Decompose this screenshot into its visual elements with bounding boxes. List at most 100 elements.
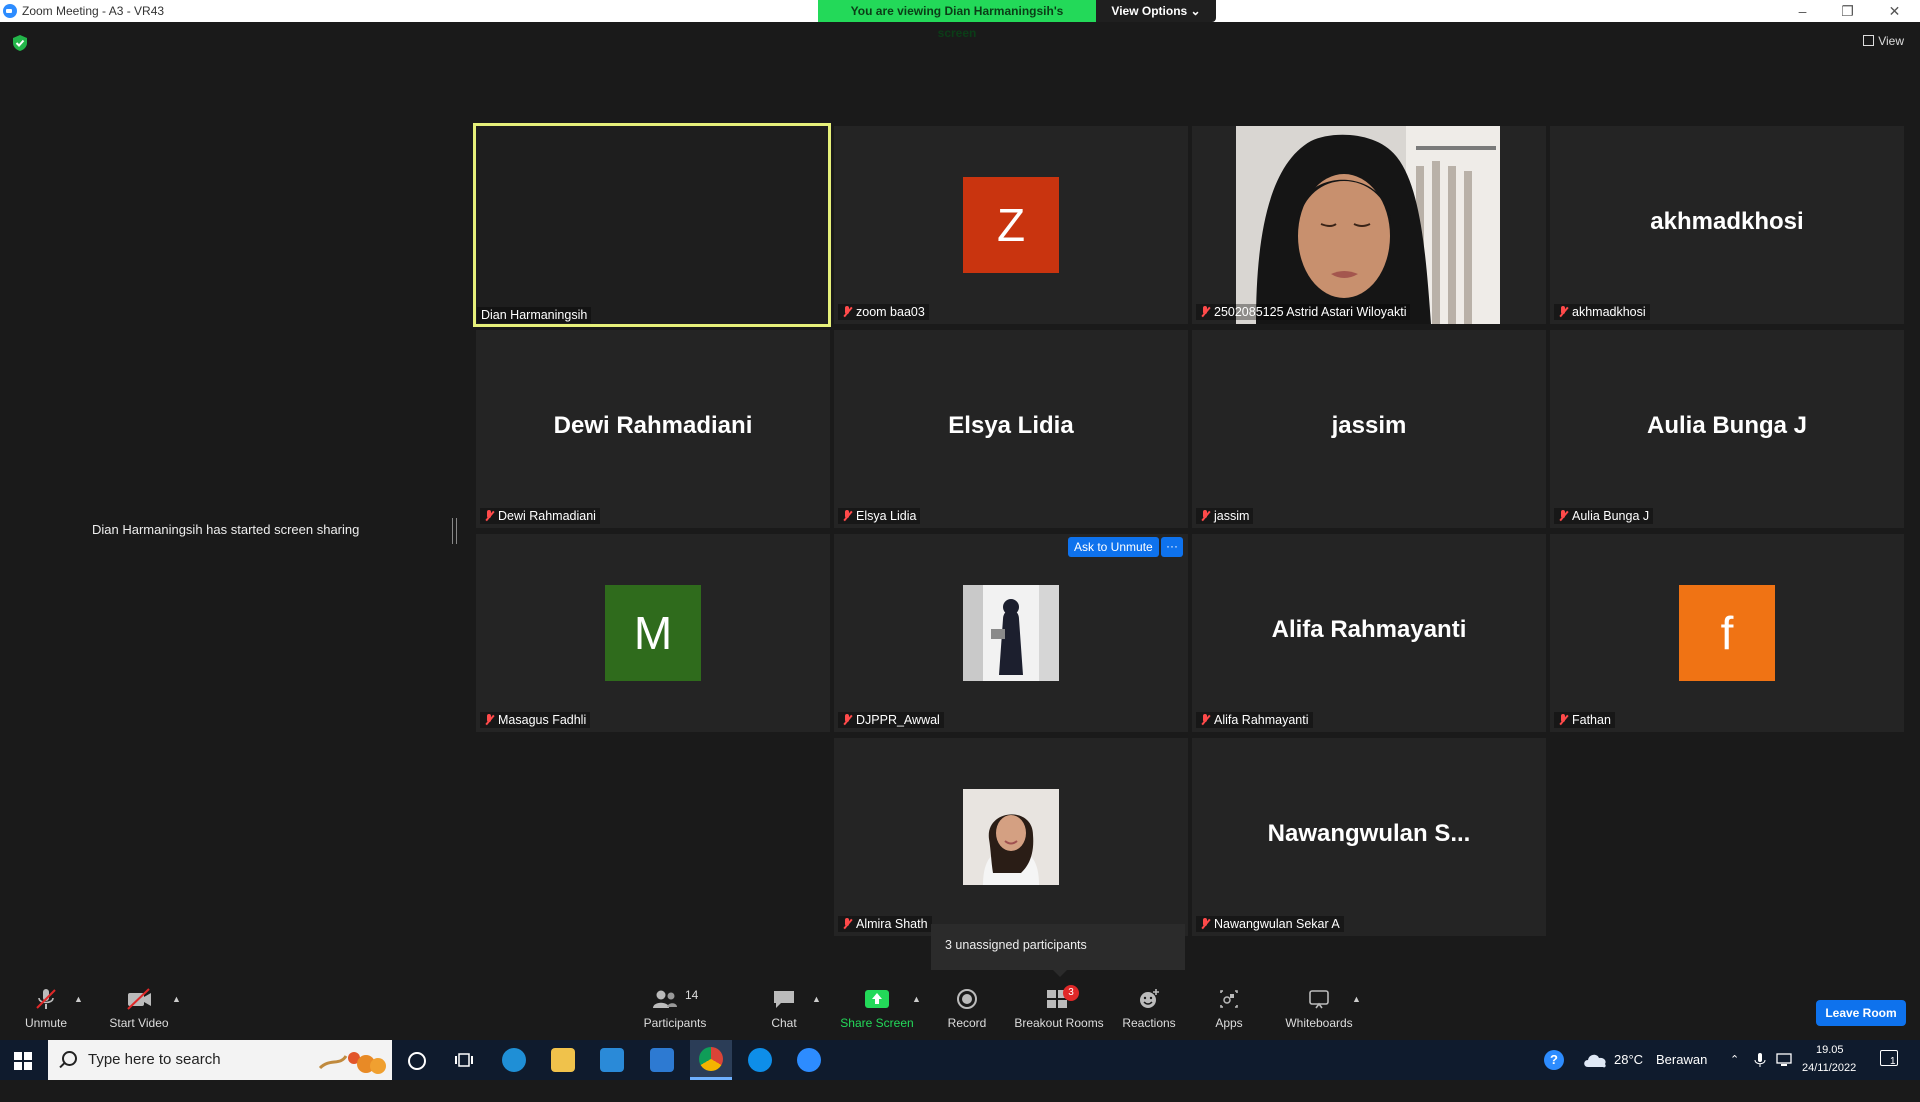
screen-share-notice: Dian Harmaningsih has started screen sha… (92, 522, 360, 537)
zoom-taskbar-icon[interactable] (797, 1048, 821, 1072)
whiteboard-icon (1309, 990, 1329, 1009)
grid-view-icon (1863, 35, 1875, 46)
breakout-rooms-icon: 3 (1039, 985, 1079, 1010)
participant-name-label: Nawangwulan Sekar A (1196, 916, 1344, 932)
participant-name: Almira Shath (856, 917, 928, 931)
breakout-rooms-label: Breakout Rooms (1014, 1016, 1104, 1030)
taskbar-search-box[interactable]: Type here to search (48, 1040, 392, 1080)
participant-name-label: Elsya Lidia (838, 508, 921, 524)
task-view-icon[interactable] (454, 1051, 474, 1069)
close-button[interactable]: ✕ (1872, 1, 1917, 21)
tray-chevron-icon[interactable]: ⌃ (1730, 1040, 1739, 1080)
reactions-button[interactable]: Reactions (1122, 988, 1176, 1030)
video-options-caret[interactable]: ▲ (172, 994, 181, 1004)
view-options-button[interactable]: View Options ⌄ (1096, 0, 1216, 22)
view-button-label: View (1878, 34, 1904, 48)
ask-to-unmute-button[interactable]: Ask to Unmute (1068, 537, 1159, 557)
notification-icon[interactable]: 1 (1880, 1050, 1898, 1067)
video-tile[interactable]: f Fathan (1550, 534, 1904, 732)
unmute-button[interactable]: Unmute (22, 988, 70, 1030)
view-button[interactable]: View (1863, 34, 1904, 48)
help-icon[interactable]: ? (1544, 1050, 1564, 1070)
autumn-search-highlight-icon (318, 1052, 386, 1074)
cortana-icon[interactable] (408, 1052, 426, 1070)
weather-description[interactable]: Berawan (1656, 1040, 1707, 1080)
shield-icon[interactable] (12, 34, 28, 52)
video-tile[interactable]: Alifa Rahmayanti Alifa Rahmayanti (1192, 534, 1546, 732)
mic-off-icon (842, 918, 852, 930)
video-off-icon (127, 988, 151, 1010)
participant-name: zoom baa03 (856, 305, 925, 319)
whiteboard-options-caret[interactable]: ▲ (1352, 994, 1361, 1004)
breakout-badge: 3 (1063, 985, 1079, 1001)
minimize-button[interactable]: – (1780, 1, 1825, 21)
edge-icon[interactable] (502, 1048, 526, 1072)
store-icon[interactable] (600, 1048, 624, 1072)
participant-name-label: DJPPR_Awwal (838, 712, 944, 728)
participant-name-label: Aulia Bunga J (1554, 508, 1654, 524)
video-tile[interactable]: M Masagus Fadhli (476, 534, 830, 732)
video-tile[interactable]: jassim jassim (1192, 330, 1546, 528)
apps-label: Apps (1215, 1016, 1243, 1030)
chat-options-caret[interactable]: ▲ (812, 994, 821, 1004)
record-button[interactable]: Record (946, 988, 988, 1030)
weather-temperature[interactable]: 28°C (1614, 1040, 1643, 1080)
video-tile-active-speaker[interactable]: Dian Harmaningsih (473, 123, 831, 327)
share-options-caret[interactable]: ▲ (912, 994, 921, 1004)
video-tile[interactable]: Aulia Bunga J Aulia Bunga J (1550, 330, 1904, 528)
video-tile[interactable]: Z zoom baa03 (834, 126, 1188, 324)
chat-button[interactable]: Chat (764, 988, 804, 1030)
breakout-rooms-button[interactable]: 3 Breakout Rooms (1014, 985, 1104, 1030)
screen-share-banner: You are viewing Dian Harmaningsih's scre… (818, 0, 1216, 40)
start-video-label: Start Video (109, 1016, 169, 1030)
whiteboards-button[interactable]: Whiteboards (1284, 988, 1354, 1030)
windows-start-icon[interactable] (14, 1052, 32, 1070)
panel-splitter-handle[interactable] (452, 518, 457, 544)
mail-icon[interactable] (650, 1048, 674, 1072)
tile-more-options-button[interactable]: ··· (1161, 537, 1183, 557)
clock-date[interactable]: 24/11/2022 (1802, 1062, 1856, 1102)
teamviewer-icon[interactable] (748, 1048, 772, 1072)
participant-name-label: zoom baa03 (838, 304, 929, 320)
network-icon[interactable] (1776, 1052, 1794, 1068)
video-tile[interactable]: Dewi Rahmadiani Dewi Rahmadiani (476, 330, 830, 528)
video-tile[interactable]: DJPPR_Awwal (834, 534, 1188, 732)
mic-off-icon (484, 714, 494, 726)
mic-off-icon (36, 989, 56, 1009)
restore-button[interactable]: ❐ (1825, 1, 1870, 21)
start-video-button[interactable]: Start Video (104, 988, 174, 1030)
mic-off-icon (842, 510, 852, 522)
mic-off-icon (842, 306, 852, 318)
zoom-app-icon (3, 4, 17, 18)
video-tile[interactable]: Elsya Lidia Elsya Lidia (834, 330, 1188, 528)
share-screen-button[interactable]: Share Screen (840, 988, 914, 1030)
participant-name: Nawangwulan Sekar A (1214, 917, 1340, 931)
mic-off-icon (1200, 918, 1210, 930)
participant-name-label: Dewi Rahmadiani (480, 508, 600, 524)
windows-taskbar: Type here to search ? 28°C Berawan ⌃ 19.… (0, 1040, 1920, 1080)
participants-button[interactable]: 14 Participants (640, 988, 710, 1030)
apps-button[interactable]: Apps (1212, 988, 1246, 1030)
mic-off-icon (484, 510, 494, 522)
video-tile[interactable]: Almira Shath (834, 738, 1188, 936)
share-banner-message: You are viewing Dian Harmaningsih's scre… (818, 0, 1096, 40)
apps-icon (1220, 990, 1238, 1008)
unmute-label: Unmute (24, 1016, 68, 1030)
chrome-taskbar-button[interactable] (690, 1040, 732, 1080)
microphone-tray-icon[interactable] (1754, 1052, 1766, 1068)
avatar: Z (963, 177, 1059, 273)
video-tile[interactable]: akhmadkhosi akhmadkhosi (1550, 126, 1904, 324)
video-tile[interactable]: 2502085125 Astrid Astari Wiloyakti (1192, 126, 1546, 324)
participant-display-name: Nawangwulan S... (1267, 820, 1471, 847)
participant-name: Dewi Rahmadiani (498, 509, 596, 523)
file-explorer-icon[interactable] (551, 1048, 575, 1072)
leave-room-button[interactable]: Leave Room (1816, 1000, 1906, 1026)
participant-name: Aulia Bunga J (1572, 509, 1650, 523)
participant-display-name: Dewi Rahmadiani (553, 412, 753, 439)
whiteboards-label: Whiteboards (1285, 1016, 1353, 1030)
participant-avatar-photo (963, 789, 1059, 885)
participant-display-name: akhmadkhosi (1650, 208, 1804, 235)
video-tile[interactable]: Nawangwulan S... Nawangwulan Sekar A (1192, 738, 1546, 936)
audio-options-caret[interactable]: ▲ (74, 994, 83, 1004)
participant-name-label: Fathan (1554, 712, 1615, 728)
